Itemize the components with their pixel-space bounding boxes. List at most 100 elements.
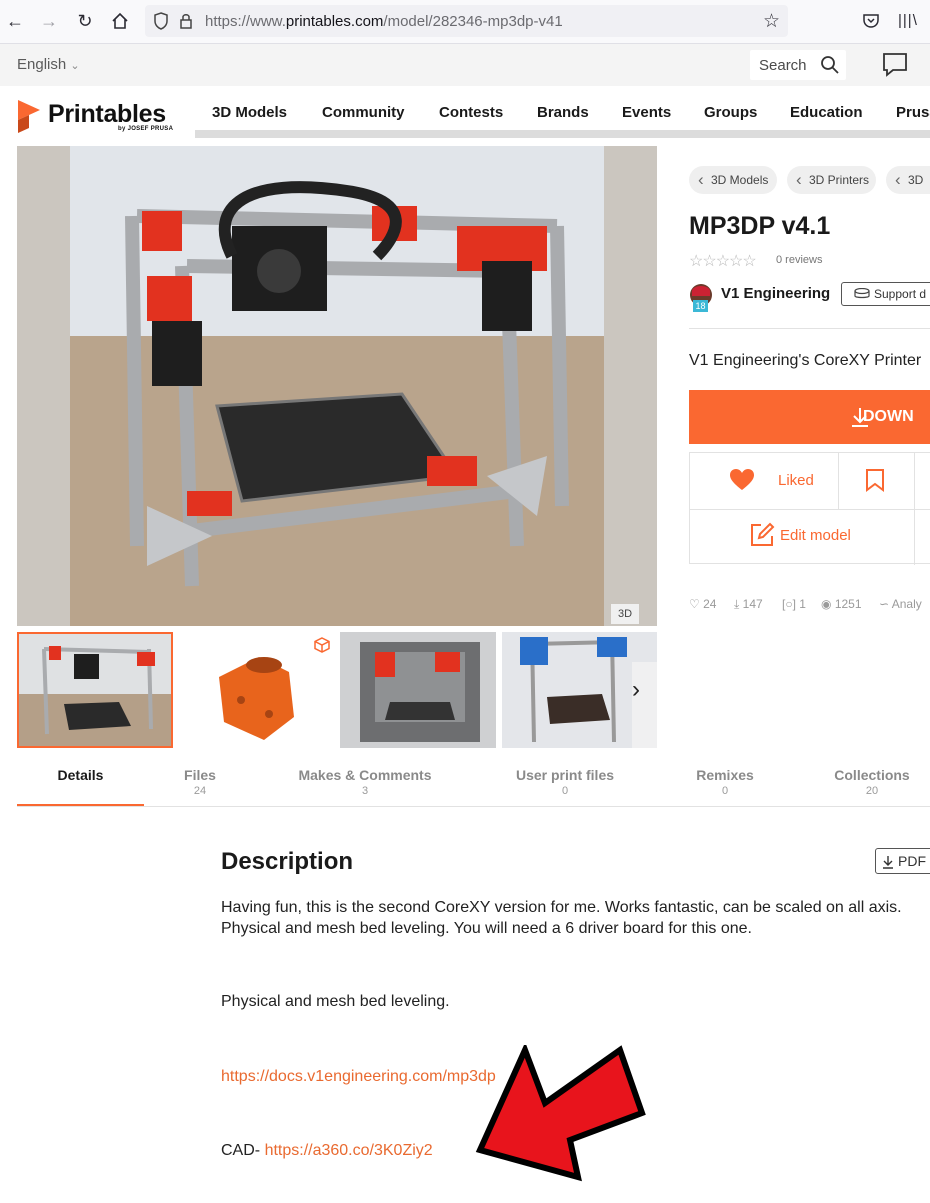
- downloads-stat: ⤓ 147: [734, 597, 763, 611]
- tab-details[interactable]: Details: [17, 767, 144, 783]
- docs-link-line: https://docs.v1engineering.com/mp3dp: [221, 1066, 496, 1087]
- 3d-model-icon: [314, 637, 330, 653]
- tab-files[interactable]: Files 24: [150, 767, 250, 797]
- description-paragraph: Having fun, this is the second CoreXY ve…: [221, 899, 902, 937]
- gallery-thumbnail[interactable]: [179, 632, 334, 748]
- search-icon: [821, 56, 839, 74]
- divider: [689, 328, 930, 329]
- thumbnail-printer-photo: [19, 634, 171, 746]
- thumbnail-part-render: [179, 632, 334, 748]
- bookmark-star-icon[interactable]: ☆: [763, 10, 780, 33]
- download-button[interactable]: DOWN: [689, 390, 930, 444]
- search-label: Search: [759, 57, 807, 74]
- tab-makes-comments[interactable]: Makes & Comments 3: [285, 767, 445, 797]
- language-selector[interactable]: English ⌄: [17, 56, 80, 73]
- description-heading: Description: [221, 848, 354, 875]
- printables-logo-icon: [18, 100, 40, 133]
- tab-user-print-files[interactable]: User print files 0: [495, 767, 635, 797]
- tab-count: 3: [361, 785, 369, 797]
- coin-stack-icon: [854, 288, 870, 299]
- url-text[interactable]: https://www.printables.com/model/282346-…: [205, 13, 563, 30]
- tab-active-indicator: [17, 804, 144, 806]
- makes-stat: [○] 1: [782, 597, 806, 611]
- support-button[interactable]: Support d: [841, 282, 930, 306]
- nav-events[interactable]: Events: [622, 104, 671, 121]
- tab-label: Details: [57, 767, 104, 783]
- review-count[interactable]: 0 reviews: [776, 254, 822, 266]
- tab-label: Makes & Comments: [298, 767, 432, 783]
- edit-model-button[interactable]: Edit model: [780, 527, 851, 544]
- tab-label: Collections: [834, 767, 910, 783]
- printer-photo: [17, 146, 657, 626]
- cad-prefix: CAD-: [221, 1142, 265, 1159]
- author-name[interactable]: V1 Engineering: [721, 285, 830, 302]
- back-icon[interactable]: ←: [4, 10, 26, 32]
- gallery-thumbnail[interactable]: ›: [502, 632, 657, 748]
- download-icon: [883, 856, 893, 869]
- model-summary: V1 Engineering's CoreXY Printer: [689, 352, 922, 369]
- tab-label: User print files: [515, 767, 615, 783]
- likes-stat: ♡ 24: [689, 597, 717, 611]
- gallery-thumbnail[interactable]: [17, 632, 173, 748]
- nav-groups[interactable]: Groups: [704, 104, 757, 121]
- library-icon[interactable]: |||\: [898, 12, 918, 29]
- main-model-image[interactable]: 3D: [17, 146, 657, 626]
- bookmark-icon[interactable]: [865, 468, 885, 492]
- pocket-icon[interactable]: [862, 12, 880, 35]
- site-top-row: English ⌄ Search: [0, 44, 930, 86]
- nav-brands[interactable]: Brands: [537, 104, 589, 121]
- support-label: Support d: [874, 287, 927, 301]
- logo-subtitle: by JOSEF PRUSA: [118, 126, 174, 132]
- download-small-icon: ⤓: [734, 597, 740, 611]
- grid-divider: [690, 509, 930, 510]
- chevron-down-icon: ⌄: [70, 60, 80, 72]
- logo-text: Printables: [48, 100, 166, 128]
- breadcrumb-3d-printers[interactable]: 3D Printers: [787, 166, 876, 194]
- analytics-link[interactable]: ∽ Analy: [879, 597, 922, 611]
- nav-prusa[interactable]: Prusa: [896, 104, 930, 121]
- tab-count: 0: [721, 785, 729, 797]
- reload-icon[interactable]: ↻: [74, 10, 96, 32]
- cad-link[interactable]: https://a360.co/3K0Ziy2: [265, 1142, 433, 1159]
- chevron-right-icon[interactable]: ›: [632, 676, 640, 704]
- search-button[interactable]: Search: [750, 50, 846, 80]
- forward-icon[interactable]: →: [38, 10, 60, 32]
- breadcrumb-3d[interactable]: 3D: [886, 166, 930, 194]
- tabs-divider: [17, 806, 930, 807]
- edit-icon: [751, 522, 775, 546]
- pdf-button[interactable]: PDF: [875, 848, 930, 874]
- tracking-shield-icon[interactable]: [153, 12, 169, 35]
- chart-icon: ∽: [879, 597, 890, 611]
- heart-outline-icon: ♡: [689, 597, 700, 611]
- tab-collections[interactable]: Collections 20: [822, 767, 922, 797]
- home-icon[interactable]: [109, 10, 131, 32]
- tab-label: Remixes: [696, 767, 754, 783]
- gallery-thumbnail[interactable]: [340, 632, 496, 748]
- address-bar[interactable]: https://www.printables.com/model/282346-…: [145, 5, 788, 37]
- tab-label: Files: [184, 767, 216, 783]
- download-label: DOWN: [863, 408, 914, 425]
- chat-icon[interactable]: [882, 52, 908, 78]
- docs-link[interactable]: https://docs.v1engineering.com/mp3dp: [221, 1068, 496, 1085]
- author-level-badge: 18: [693, 300, 708, 312]
- pdf-label: PDF: [898, 853, 926, 869]
- cad-link-line: CAD- https://a360.co/3K0Ziy2: [221, 1140, 433, 1161]
- heart-icon[interactable]: [729, 468, 755, 492]
- rating-stars-icon[interactable]: ☆☆☆☆☆: [689, 251, 757, 271]
- nav-contests[interactable]: Contests: [439, 104, 503, 121]
- lock-icon[interactable]: [179, 12, 193, 35]
- browser-toolbar: ← → ↻ https://www.printables.com/model/2…: [0, 0, 930, 44]
- tab-remixes[interactable]: Remixes 0: [675, 767, 775, 797]
- tab-count: 24: [193, 785, 207, 797]
- views-stat: ◉ 1251: [821, 597, 862, 611]
- liked-button[interactable]: Liked: [778, 472, 814, 489]
- 3d-view-badge[interactable]: 3D: [611, 604, 639, 624]
- printables-logo[interactable]: Printables by JOSEF PRUSA: [0, 86, 195, 146]
- tab-count: 0: [561, 785, 569, 797]
- nav-education[interactable]: Education: [790, 104, 863, 121]
- grid-divider: [838, 453, 839, 509]
- nav-community[interactable]: Community: [322, 104, 405, 121]
- breadcrumb-3d-models[interactable]: 3D Models: [689, 166, 777, 194]
- tab-count: 20: [865, 785, 879, 797]
- nav-3d-models[interactable]: 3D Models: [212, 104, 287, 121]
